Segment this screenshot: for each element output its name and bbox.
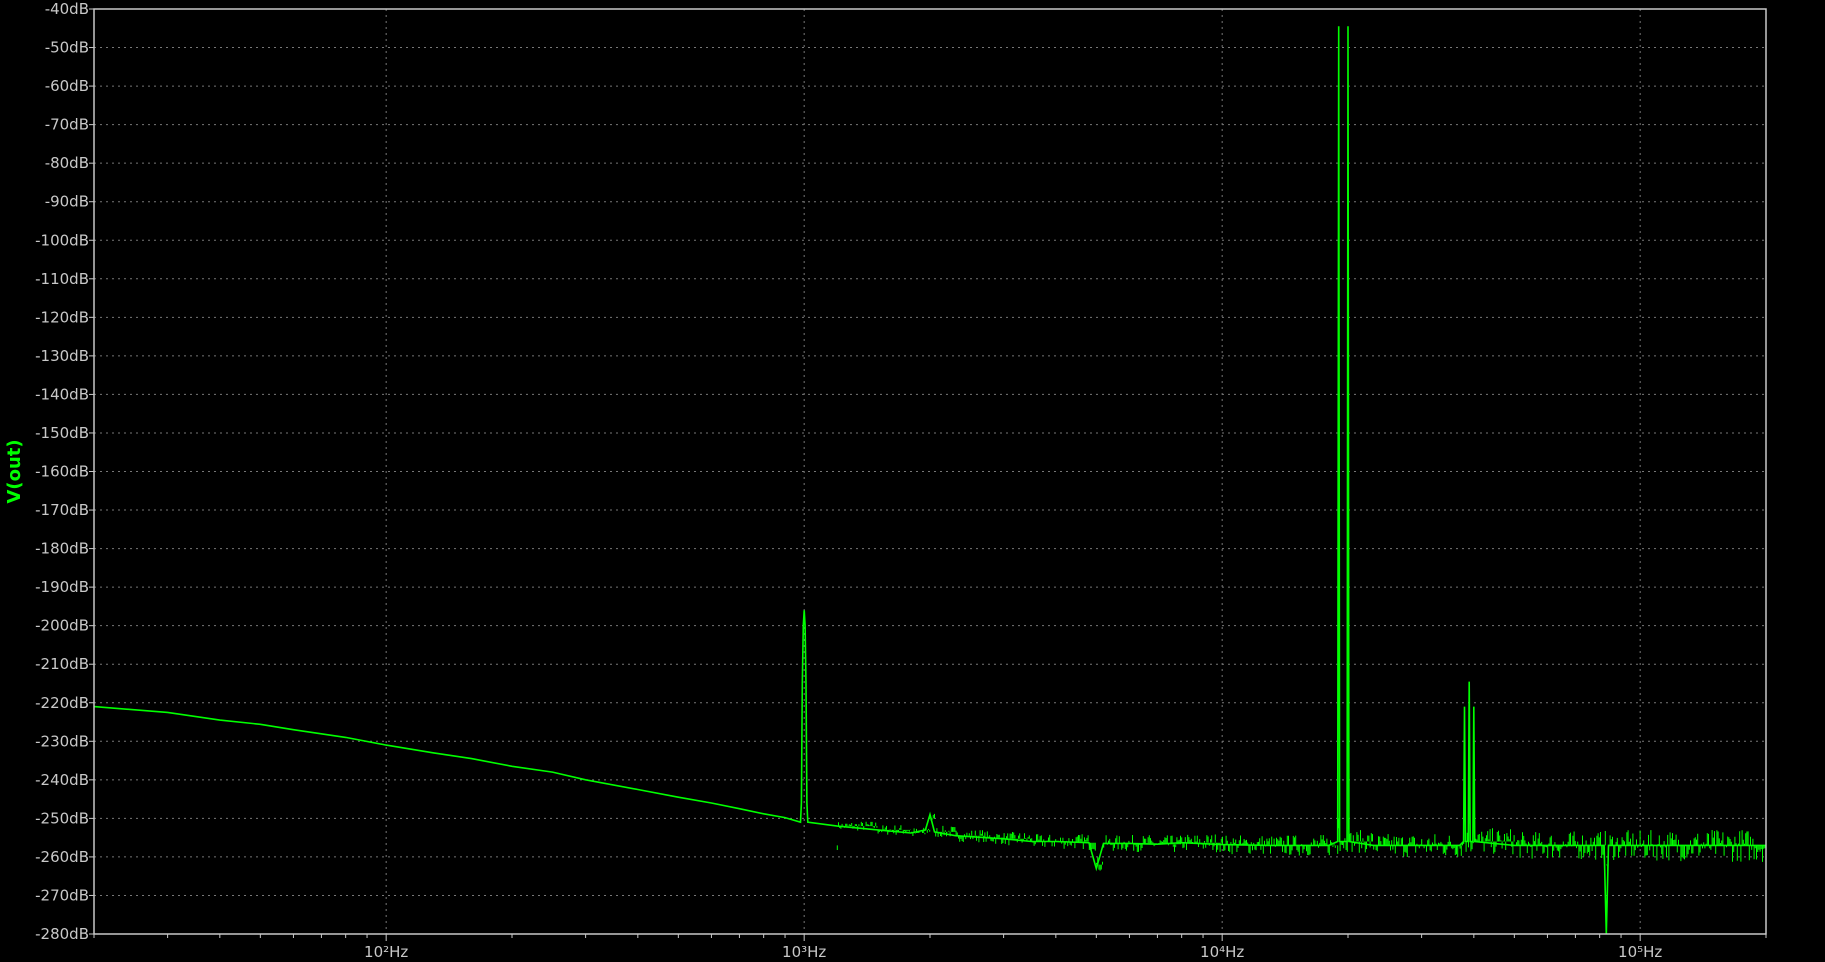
x-tick-label: 10³Hz [782, 943, 826, 961]
y-tick-label: -90dB [45, 193, 89, 211]
y-tick-label: -280dB [35, 925, 89, 943]
y-tick-label: -140dB [35, 385, 89, 403]
y-axis-label: V(out) [4, 439, 25, 503]
y-tick-label: -160dB [35, 463, 89, 481]
x-tick-label: 10⁵Hz [1618, 943, 1662, 961]
noise-texture [836, 813, 1766, 872]
y-tick-label: -60dB [45, 77, 89, 95]
y-tick-label: -180dB [35, 540, 89, 558]
y-tick-label: -80dB [45, 154, 89, 172]
y-tick-label: -120dB [35, 308, 89, 326]
y-tick-label: -220dB [35, 694, 89, 712]
y-tick-label: -50dB [45, 39, 89, 57]
y-tick-label: -190dB [35, 578, 89, 596]
noise-floor-group [836, 813, 1766, 872]
y-tick-label: -130dB [35, 347, 89, 365]
trace-group [93, 26, 1766, 935]
y-tick-label: -240dB [35, 771, 89, 789]
y-tick-label: -150dB [35, 424, 89, 442]
y-tick-label: -260dB [35, 848, 89, 866]
plot-frame [93, 8, 1767, 935]
y-tick-label: -170dB [35, 501, 89, 519]
y-tick-label: -270dB [35, 886, 89, 904]
y-tick-label: -40dB [45, 0, 89, 18]
y-tick-label: -110dB [35, 270, 89, 288]
y-tick-label: -100dB [35, 231, 89, 249]
x-tick-label: 10²Hz [364, 943, 408, 961]
y-axis-ticks: -40dB -50dB -60dB -70dB -80dB -90dB -100dB -110… [35, 0, 94, 943]
grid-lines [94, 8, 1766, 935]
x-axis-ticks: 10²Hz 10³Hz 10⁴Hz 10⁵Hz [93, 934, 1767, 961]
y-tick-label: -210dB [35, 655, 89, 673]
y-tick-label: -230dB [35, 732, 89, 750]
y-tick-label: -250dB [35, 809, 89, 827]
y-tick-label: -70dB [45, 116, 89, 134]
y-tick-label: -200dB [35, 617, 89, 635]
spectrum-plot: -40dB -50dB -60dB -70dB -80dB -90dB -100dB -110… [4, 0, 1767, 961]
series-trace [93, 26, 1766, 935]
x-tick-label: 10⁴Hz [1200, 943, 1244, 961]
